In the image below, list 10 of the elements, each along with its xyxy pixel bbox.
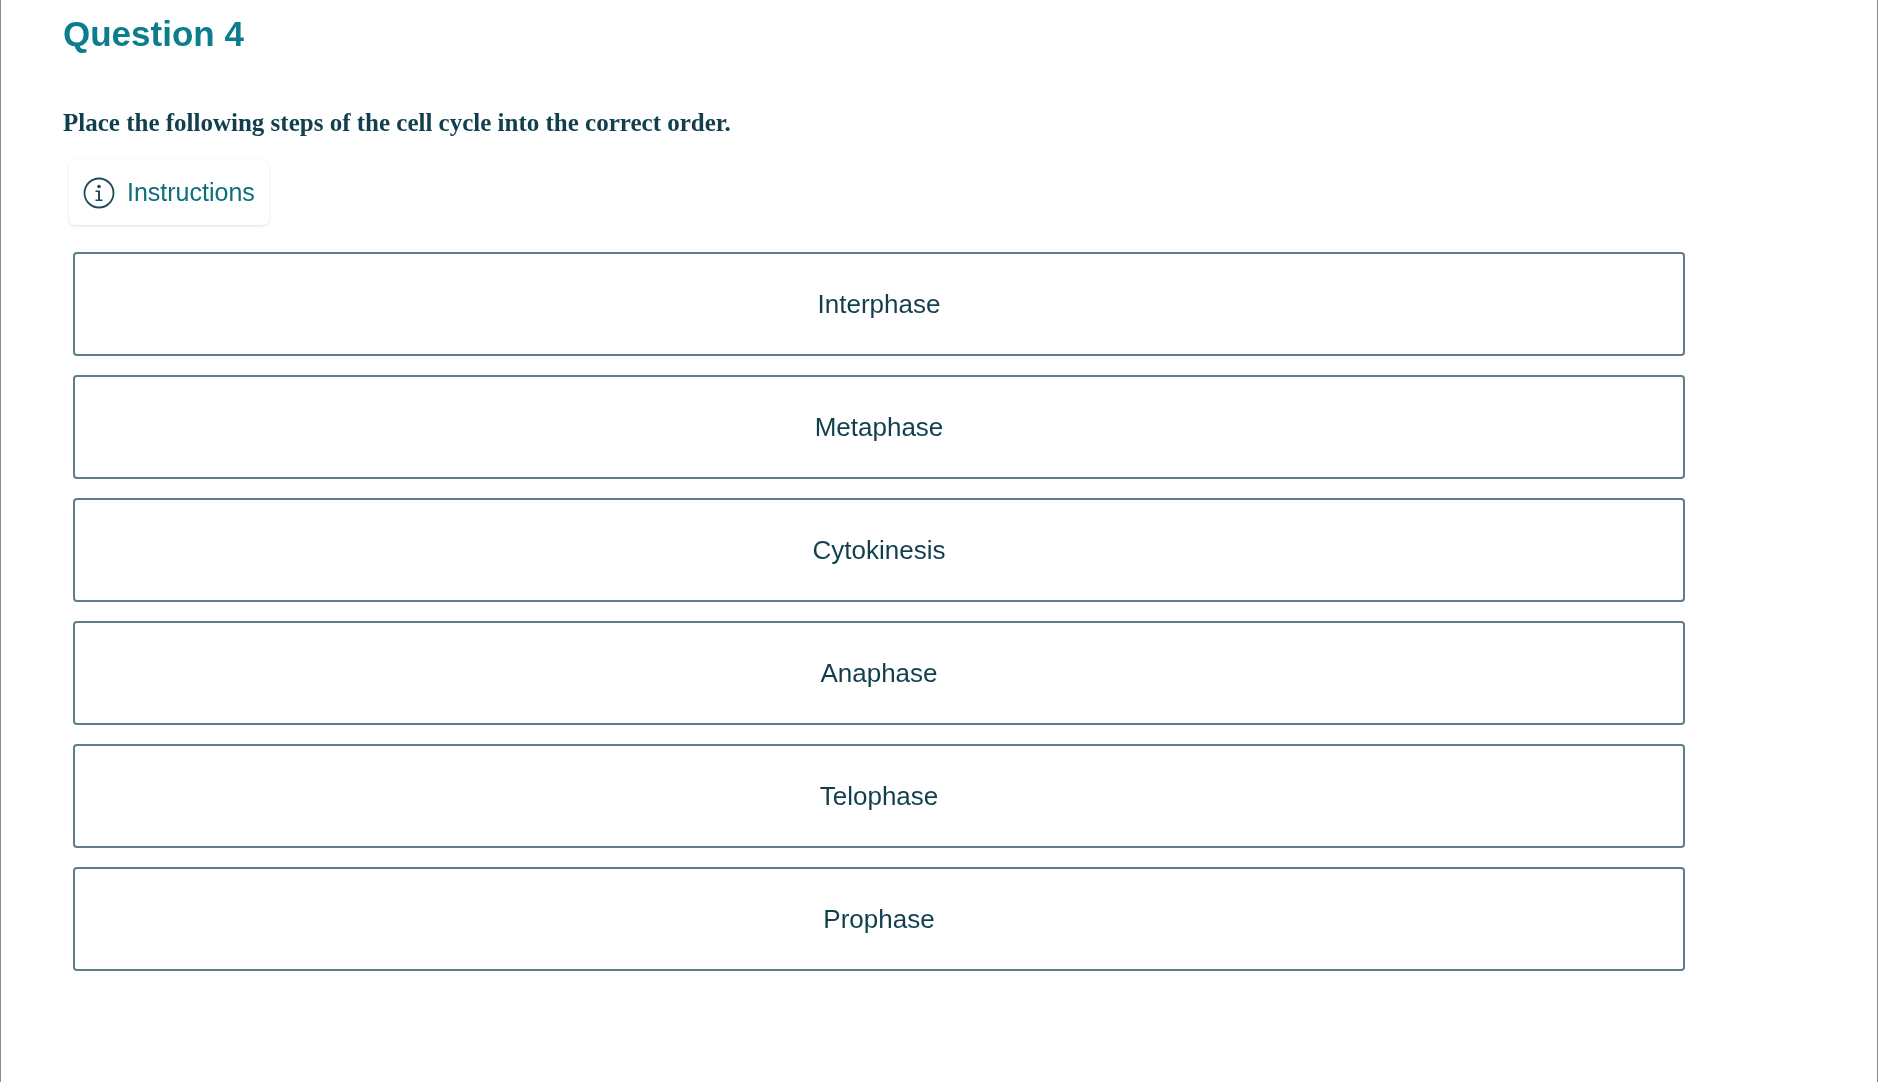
sortable-item[interactable]: Cytokinesis (73, 498, 1685, 602)
instructions-button[interactable]: Instructions (69, 160, 269, 225)
sortable-item[interactable]: Interphase (73, 252, 1685, 356)
sortable-item[interactable]: Metaphase (73, 375, 1685, 479)
question-prompt: Place the following steps of the cell cycle into the correct order. (63, 108, 731, 138)
info-icon (83, 176, 115, 209)
sortable-item[interactable]: Prophase (73, 867, 1685, 971)
sortable-item[interactable]: Telophase (73, 744, 1685, 848)
question-title: Question 4 (63, 13, 244, 55)
sortable-item[interactable]: Anaphase (73, 621, 1685, 725)
